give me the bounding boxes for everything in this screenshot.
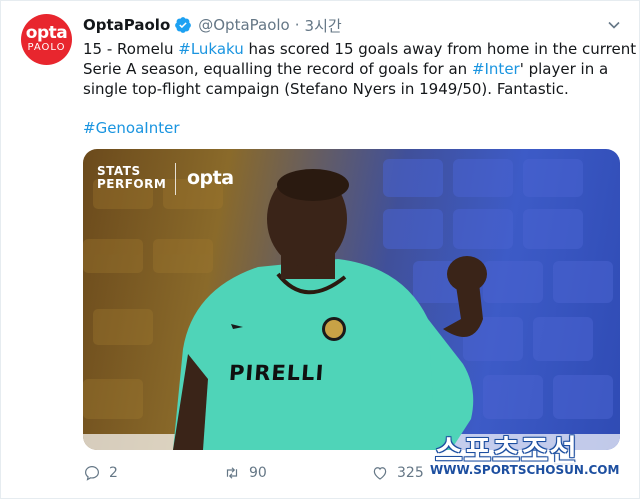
tweet-photo[interactable]: STATS PERFORM opta PIRELLI [83, 149, 620, 450]
reply-count: 2 [109, 465, 118, 481]
tweet-line-3: single top-flight campaign (Stefano Nyer… [83, 80, 569, 98]
text-segment: ' player in a [519, 60, 609, 78]
timestamp[interactable]: 3시간 [305, 15, 342, 36]
avatar-line2: PAOLO [27, 42, 66, 53]
display-name[interactable]: OptaPaolo [83, 16, 170, 34]
retweet-button[interactable]: 90 [223, 464, 267, 482]
hashtag-genoainter[interactable]: #GenoaInter [83, 119, 180, 137]
caret-down-icon[interactable] [607, 17, 621, 31]
reply-button[interactable]: 2 [83, 464, 118, 482]
separator-dot: · [294, 16, 300, 34]
avatar[interactable]: opta PAOLO [21, 14, 72, 65]
shirt-sponsor: PIRELLI [228, 361, 326, 385]
text-segment: 15 - Romelu [83, 40, 179, 58]
reply-icon [85, 466, 99, 481]
sportschosun-watermark: 스포츠조선 WWW.SPORTSCHOSUN.COM [427, 426, 623, 486]
tweet-header: OptaPaolo @OptaPaolo · 3시간 [83, 14, 342, 36]
avatar-line1: opta [25, 23, 68, 43]
retweet-count: 90 [249, 465, 267, 481]
text-segment: has scored 15 goals away from home in th… [243, 40, 637, 58]
like-button[interactable]: 325 [371, 464, 424, 482]
hashtag-lukaku[interactable]: #Lukaku [178, 40, 244, 58]
retweet-icon [226, 467, 238, 479]
tweet-line-1: 15 - Romelu #Lukaku has scored 15 goals … [83, 39, 636, 59]
tweet-text: 15 - Romelu #Lukaku has scored 15 goals … [83, 39, 636, 99]
tweet-card[interactable]: opta PAOLO OptaPaolo @OptaPaolo · 3시간 15… [0, 0, 640, 499]
tweet-line-2: Serie A season, equalling the record of … [83, 59, 623, 79]
watermark-url: WWW.SPORTSCHOSUN.COM [427, 462, 623, 478]
hashtag-inter[interactable]: #Inter [472, 60, 520, 78]
text-segment: Serie A season, equalling the record of … [83, 60, 472, 78]
player-figure [173, 169, 487, 450]
account-handle[interactable]: @OptaPaolo [198, 16, 290, 34]
like-count: 325 [397, 465, 424, 481]
like-icon [373, 467, 387, 480]
verified-badge-icon [174, 16, 192, 34]
